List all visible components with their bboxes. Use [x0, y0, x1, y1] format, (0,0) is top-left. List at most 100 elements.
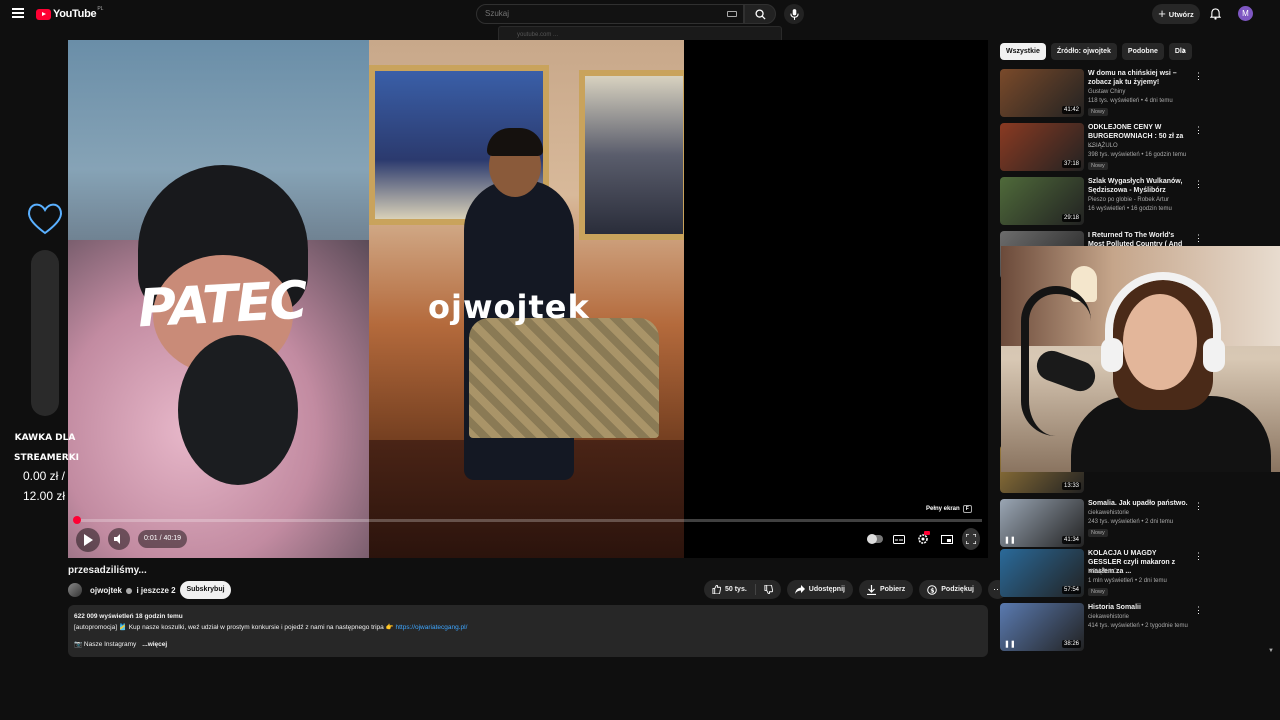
video-meta: 398 tys. wyświetleń • 16 godzin temu — [1088, 152, 1187, 158]
video-channel[interactable]: ciekawehistorie — [1088, 614, 1129, 620]
play-icon — [84, 534, 93, 546]
video-thumbnail[interactable]: 29:18 — [1000, 177, 1084, 225]
more-options-icon[interactable]: ⋮ — [1194, 501, 1203, 512]
search-input[interactable] — [485, 9, 715, 18]
description-stats: 622 009 wyświetleń 18 godzin temu — [74, 613, 183, 620]
streamer-webcam-overlay — [1001, 246, 1280, 472]
new-badge: Nowy — [1088, 162, 1108, 170]
autoplay-toggle[interactable] — [866, 528, 884, 550]
video-channel[interactable]: ciekawehistorie — [1088, 510, 1129, 516]
filter-chip[interactable]: Wszystkie — [1000, 43, 1046, 60]
video-player[interactable]: PATEC ojwojtek Pełny ekran F 0:01 / 40:1… — [68, 40, 988, 558]
donation-title-line2: STREAMERKI — [14, 453, 80, 463]
collaborators-label[interactable]: i jeszcze 2 — [136, 586, 175, 595]
channel-avatar[interactable] — [68, 583, 82, 597]
filter-chip[interactable]: Dla — [1168, 43, 1192, 60]
video-meta: 16 wyświetleń • 16 godzin temu — [1088, 206, 1172, 212]
recommended-video[interactable]: 41:42 W domu na chińskiej wsi – zobacz ja… — [1000, 69, 1250, 119]
video-thumbnail[interactable]: 41:34 ❚❚ — [1000, 499, 1084, 547]
video-duration: 38:26 — [1061, 640, 1081, 648]
subtitles-button[interactable] — [890, 528, 908, 550]
time-display: 0:01 / 40:19 — [138, 530, 187, 548]
recommended-video[interactable]: 38:26 ❚❚ Historia Somalii ciekawehistorie 41… — [1000, 603, 1250, 653]
new-badge: Nowy — [1088, 529, 1108, 537]
video-title[interactable]: Historia Somalii — [1088, 603, 1188, 612]
hamburger-menu-icon[interactable] — [12, 8, 24, 18]
video-meta: 118 tys. wyświetleń • 4 dni temu — [1088, 98, 1173, 104]
like-button[interactable]: 50 tys. — [704, 580, 755, 599]
video-channel[interactable]: KSIĄŻULO — [1088, 569, 1118, 575]
description-line-1: [autopromocja] 🎽 Kup nasze koszulki, weź… — [74, 622, 982, 633]
keyboard-icon[interactable] — [727, 11, 737, 17]
share-label: Udostępnij — [808, 586, 845, 593]
like-dislike-group: 50 tys. — [704, 580, 781, 599]
progress-bar[interactable] — [72, 516, 982, 524]
thanks-button[interactable]: $ Podziękuj — [919, 580, 982, 599]
miniplayer-icon — [941, 534, 953, 544]
create-button[interactable]: + Utwórz — [1152, 4, 1200, 24]
video-overlay-text-left: PATEC — [136, 270, 308, 340]
settings-button[interactable] — [914, 528, 932, 550]
pause-icon: ❚❚ — [1004, 641, 1016, 648]
description-link[interactable]: https://ojwariatecgang.pl/ — [395, 624, 467, 631]
video-meta: 414 tys. wyświetleń • 2 tygodnie temu — [1088, 623, 1188, 629]
video-channel[interactable]: Pieszo po globie - Robek Artur — [1088, 197, 1169, 203]
thanks-label: Podziękuj — [941, 586, 974, 593]
volume-icon — [114, 534, 120, 544]
video-duration: 41:34 — [1061, 536, 1081, 544]
more-options-icon[interactable]: ⋮ — [1194, 605, 1203, 616]
account-avatar[interactable]: M — [1238, 6, 1253, 21]
notifications-bell-icon[interactable] — [1209, 7, 1222, 25]
filter-chip[interactable]: Podobne — [1121, 43, 1164, 60]
video-description[interactable]: 622 009 wyświetleń 18 godzin temu [autop… — [68, 605, 988, 657]
fullscreen-button[interactable] — [962, 528, 980, 550]
more-options-icon[interactable]: ⋮ — [1194, 179, 1203, 190]
video-thumbnail[interactable]: 57:54 — [1000, 549, 1084, 597]
scroll-down-arrow-icon[interactable]: ▼ — [1268, 648, 1274, 654]
fullscreen-tooltip: Pełny ekran F — [926, 505, 972, 513]
video-duration: 57:54 — [1061, 586, 1081, 594]
search-button[interactable] — [744, 4, 776, 24]
filter-chip[interactable]: Źródło: ojwojtek — [1050, 43, 1117, 60]
video-title[interactable]: Szlak Wygasłych Wulkanów, Sędziszowa - M… — [1088, 177, 1188, 195]
thumbs-up-icon — [712, 585, 721, 594]
download-button[interactable]: Pobierz — [858, 580, 914, 599]
heart-icon — [26, 202, 64, 241]
dislike-button[interactable] — [756, 580, 781, 599]
donation-goal-bar — [31, 250, 59, 416]
download-label: Pobierz — [879, 586, 906, 593]
play-button[interactable] — [76, 528, 100, 552]
video-thumbnail[interactable]: 41:42 — [1000, 69, 1084, 117]
search-box[interactable] — [476, 4, 744, 24]
more-options-icon[interactable]: ⋮ — [1194, 233, 1203, 244]
more-options-icon[interactable]: ⋮ — [1194, 125, 1203, 136]
recommended-video[interactable]: 29:18 Szlak Wygasłych Wulkanów, Sędziszow… — [1000, 177, 1250, 227]
show-more-link[interactable]: ...więcej — [142, 641, 167, 648]
video-channel[interactable]: KSIĄŻULO — [1088, 143, 1118, 149]
recommended-video[interactable]: 57:54 KOLACJA U MAGDY GESSLER czyli makar… — [1000, 549, 1250, 599]
progress-scrubber[interactable] — [72, 516, 81, 524]
subscribe-button[interactable]: Subskrybuj — [180, 581, 231, 599]
youtube-logo[interactable]: YouTube PL — [36, 6, 103, 21]
video-thumbnail[interactable]: 37:18 — [1000, 123, 1084, 171]
channel-name-label[interactable]: ojwojtek — [90, 586, 122, 595]
voice-search-button[interactable] — [784, 4, 804, 24]
description-promo-text: [autopromocja] 🎽 Kup nasze koszulki, weź… — [74, 624, 396, 631]
share-button[interactable]: Udostępnij — [786, 580, 853, 599]
more-options-icon[interactable]: ⋮ — [1194, 551, 1203, 562]
video-channel[interactable]: Gustaw Chiny — [1088, 89, 1125, 95]
recommended-video[interactable]: 41:34 ❚❚ Somalia. Jak upadło państwo. cieka… — [1000, 499, 1250, 549]
video-title[interactable]: W domu na chińskiej wsi – zobacz jak tu … — [1088, 69, 1188, 87]
volume-button[interactable] — [108, 528, 130, 550]
fullscreen-tooltip-label: Pełny ekran — [926, 506, 960, 512]
new-badge: Nowy — [1088, 588, 1108, 596]
video-title[interactable]: Somalia. Jak upadło państwo. — [1088, 499, 1188, 508]
channel-name[interactable]: ojwojtek i jeszcze 2 — [90, 586, 176, 595]
chevron-right-icon[interactable]: › — [1182, 45, 1186, 57]
new-badge: Nowy — [1088, 108, 1108, 116]
filter-chips: Wszystkie Źródło: ojwojtek Podobne Dla — [1000, 43, 1192, 60]
recommended-video[interactable]: 37:18 ODKLEJONE CENY W BURGEROWNIACH : 50… — [1000, 123, 1250, 173]
video-thumbnail[interactable]: 38:26 ❚❚ — [1000, 603, 1084, 651]
more-options-icon[interactable]: ⋮ — [1194, 71, 1203, 82]
miniplayer-button[interactable] — [938, 528, 956, 550]
